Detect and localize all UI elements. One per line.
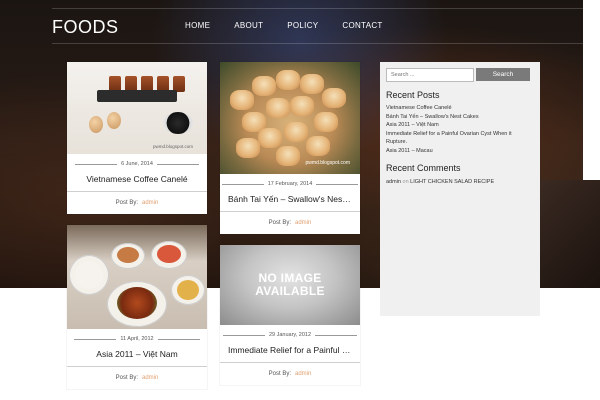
post-date: 29 January, 2012: [268, 332, 312, 338]
post-card[interactable]: pwmd.blogspot.com 17 February, 2014 Bánh…: [220, 62, 360, 234]
post-date-row: 17 February, 2014: [220, 181, 360, 187]
coffee-bowl: [163, 112, 193, 134]
nav-contact[interactable]: CONTACT: [342, 21, 382, 30]
post-author-link[interactable]: admin: [295, 220, 311, 226]
post-date-row: 6 June, 2014: [67, 161, 207, 167]
search-form: Search: [386, 68, 534, 82]
search-button[interactable]: Search: [476, 68, 530, 81]
main-nav: HOME ABOUT POLICY CONTACT: [185, 21, 407, 30]
recent-post-link[interactable]: Bánh Tai Yến – Swallow's Nest Cakes: [386, 113, 534, 122]
post-date-row: 29 January, 2012: [220, 332, 360, 338]
post-date: 11 April, 2012: [120, 336, 154, 342]
post-author-link[interactable]: admin: [142, 375, 158, 381]
divider: [220, 362, 360, 363]
post-thumbnail[interactable]: NO IMAGE AVAILABLE: [220, 245, 360, 325]
nav-policy[interactable]: POLICY: [287, 21, 318, 30]
post-by-label: Post By:: [268, 371, 291, 377]
comment-author-link[interactable]: admin: [386, 179, 401, 185]
divider: [67, 191, 207, 192]
recent-post-link[interactable]: Asia 2011 – Việt Nam: [386, 121, 534, 130]
recent-comments-heading: Recent Comments: [386, 163, 461, 173]
post-by-label: Post By:: [115, 200, 138, 206]
post-date: 17 February, 2014: [267, 181, 313, 187]
post-thumbnail[interactable]: pwmd.blogspot.com: [67, 62, 207, 154]
recent-post-link[interactable]: Vietnamese Coffee Canelé: [386, 104, 534, 113]
post-card[interactable]: pwmd.blogspot.com 6 June, 2014 Vietnames…: [67, 62, 207, 214]
post-thumbnail[interactable]: pwmd.blogspot.com: [220, 62, 360, 174]
nav-home[interactable]: HOME: [185, 21, 210, 30]
recent-comment: admin on LIGHT CHICKEN SALAD RECIPE: [386, 179, 534, 185]
post-meta: Post By: admin: [67, 200, 207, 214]
tray: [97, 90, 177, 102]
post-author-link[interactable]: admin: [142, 200, 158, 206]
divider: [67, 366, 207, 367]
recent-post-link[interactable]: Asia 2011 – Macau: [386, 147, 534, 156]
egg: [89, 116, 103, 133]
post-card[interactable]: 11 April, 2012 Asia 2011 – Việt Nam Post…: [67, 225, 207, 389]
sidebar: Search Recent Posts Vietnamese Coffee Ca…: [380, 62, 540, 316]
hero-background-edge: [540, 180, 600, 288]
post-title[interactable]: Asia 2011 – Việt Nam: [67, 349, 207, 359]
search-input[interactable]: [386, 68, 474, 82]
recent-posts-list: Vietnamese Coffee Canelé Bánh Tai Yến – …: [386, 104, 534, 155]
post-thumbnail[interactable]: [67, 225, 207, 329]
post-date-row: 11 April, 2012: [67, 336, 207, 342]
post-meta: Post By: admin: [67, 375, 207, 389]
image-watermark: pwmd.blogspot.com: [305, 160, 350, 166]
comment-post-link[interactable]: LIGHT CHICKEN SALAD RECIPE: [410, 179, 494, 185]
post-title[interactable]: Immediate Relief for a Painful Ov...: [220, 345, 360, 355]
post-meta: Post By: admin: [220, 220, 360, 234]
image-watermark: pwmd.blogspot.com: [152, 144, 193, 149]
post-title[interactable]: Vietnamese Coffee Canelé: [67, 174, 207, 184]
post-date: 6 June, 2014: [121, 161, 153, 167]
recent-posts-heading: Recent Posts: [386, 90, 440, 100]
no-image-text: NO IMAGE AVAILABLE: [255, 271, 325, 298]
recent-post-link[interactable]: Immediate Relief for a Painful Ovarian C…: [386, 130, 534, 147]
nav-about[interactable]: ABOUT: [234, 21, 263, 30]
divider: [220, 211, 360, 212]
post-author-link[interactable]: admin: [295, 371, 311, 377]
egg: [107, 112, 121, 129]
post-title[interactable]: Bánh Tai Yến – Swallow's Nest ...: [220, 194, 360, 204]
post-by-label: Post By:: [268, 220, 291, 226]
post-by-label: Post By:: [115, 375, 138, 381]
site-logo[interactable]: FOODS: [52, 17, 119, 38]
post-meta: Post By: admin: [220, 371, 360, 385]
no-image-placeholder: NO IMAGE AVAILABLE: [254, 272, 326, 298]
post-card[interactable]: NO IMAGE AVAILABLE 29 January, 2012 Imme…: [220, 245, 360, 385]
comment-on-label: on: [402, 179, 409, 185]
